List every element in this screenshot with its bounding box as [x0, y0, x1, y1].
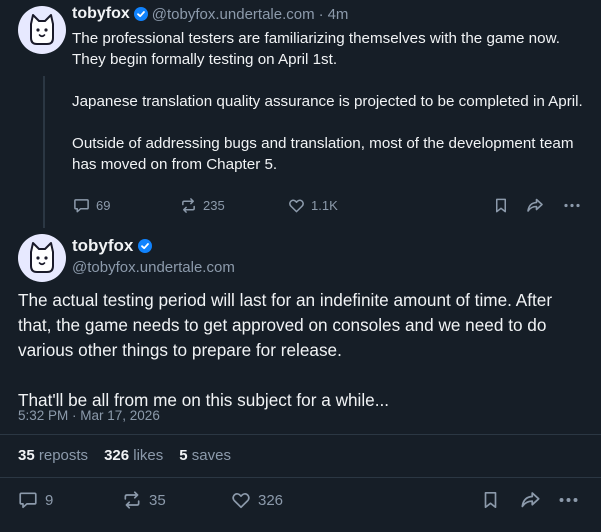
cat-avatar-icon	[30, 14, 54, 45]
post-paragraph: The professional testers are familiarizi…	[72, 30, 560, 68]
reposts-stat-count: 35	[18, 447, 35, 464]
author-name[interactable]: tobyfox	[72, 236, 133, 256]
post-paragraph: Japanese translation quality assurance i…	[72, 93, 583, 110]
like-count: 1.1K	[311, 198, 338, 213]
post-header: tobyfox	[72, 236, 153, 256]
repost-count: 35	[149, 491, 166, 509]
likes-stat-count: 326	[104, 447, 130, 464]
reply-count: 69	[96, 198, 111, 213]
share-arrow-icon	[521, 492, 540, 508]
speech-bubble-icon	[19, 492, 37, 509]
post-time[interactable]: 4m	[328, 6, 349, 23]
share-button[interactable]	[520, 490, 541, 510]
post-paragraph: The actual testing period will last for …	[18, 290, 553, 360]
saves-stat-label: saves	[191, 447, 231, 464]
post-paragraph: Outside of addressing bugs and translati…	[72, 135, 574, 173]
repost-button[interactable]: 235	[180, 197, 225, 214]
repost-arrows-icon	[182, 198, 195, 213]
post-body: The actual testing period will last for …	[18, 288, 588, 413]
divider	[0, 434, 601, 435]
reply-button[interactable]: 9	[18, 490, 53, 510]
author-handle[interactable]: @tobyfox.undertale.com	[72, 259, 235, 276]
avatar[interactable]	[18, 234, 66, 282]
post-timestamp: 5:32 PM · Mar 17, 2026	[18, 408, 160, 423]
ellipsis-icon	[559, 498, 578, 502]
like-button[interactable]: 326	[231, 490, 283, 510]
post-header: tobyfox @tobyfox.undertale.com · 4m	[72, 5, 348, 23]
repost-arrows-icon	[124, 491, 140, 509]
reposts-stat-label: reposts	[38, 447, 89, 464]
more-options-button[interactable]	[558, 490, 579, 510]
speech-bubble-icon	[74, 199, 89, 213]
reply-count: 9	[45, 491, 54, 509]
thread-line	[43, 76, 45, 228]
avatar[interactable]	[18, 6, 66, 54]
verified-check-icon	[133, 7, 148, 21]
bookmark-icon	[484, 491, 497, 509]
more-options-button[interactable]	[563, 197, 581, 214]
reply-button[interactable]: 69	[73, 197, 110, 214]
share-button[interactable]	[526, 197, 544, 214]
post-body: The professional testers are familiarizi…	[72, 28, 592, 175]
heart-icon	[232, 492, 250, 509]
verified-check-icon	[138, 239, 153, 253]
bookmark-icon	[495, 198, 507, 213]
bookmark-button[interactable]	[481, 490, 500, 510]
saves-stat[interactable]: 5 saves	[179, 447, 231, 464]
bookmark-button[interactable]	[493, 197, 509, 214]
cat-avatar-icon	[30, 242, 54, 273]
likes-stat[interactable]: 326 likes	[104, 447, 163, 464]
likes-stat-label: likes	[133, 447, 164, 464]
like-button[interactable]: 1.1K	[288, 197, 338, 214]
repost-count: 235	[203, 198, 225, 213]
heart-icon	[289, 199, 304, 213]
separator-dot: ·	[318, 5, 324, 23]
repost-button[interactable]: 35	[122, 490, 166, 510]
author-handle[interactable]: @tobyfox.undertale.com	[152, 6, 315, 23]
author-name[interactable]: tobyfox	[72, 5, 130, 23]
reposts-stat[interactable]: 35 reposts	[18, 447, 88, 464]
divider	[0, 477, 601, 478]
saves-stat-count: 5	[179, 447, 188, 464]
like-count: 326	[258, 491, 284, 509]
post-stats: 35 reposts 326 likes 5 saves	[18, 447, 231, 464]
ellipsis-icon	[564, 203, 580, 208]
share-arrow-icon	[527, 198, 543, 212]
